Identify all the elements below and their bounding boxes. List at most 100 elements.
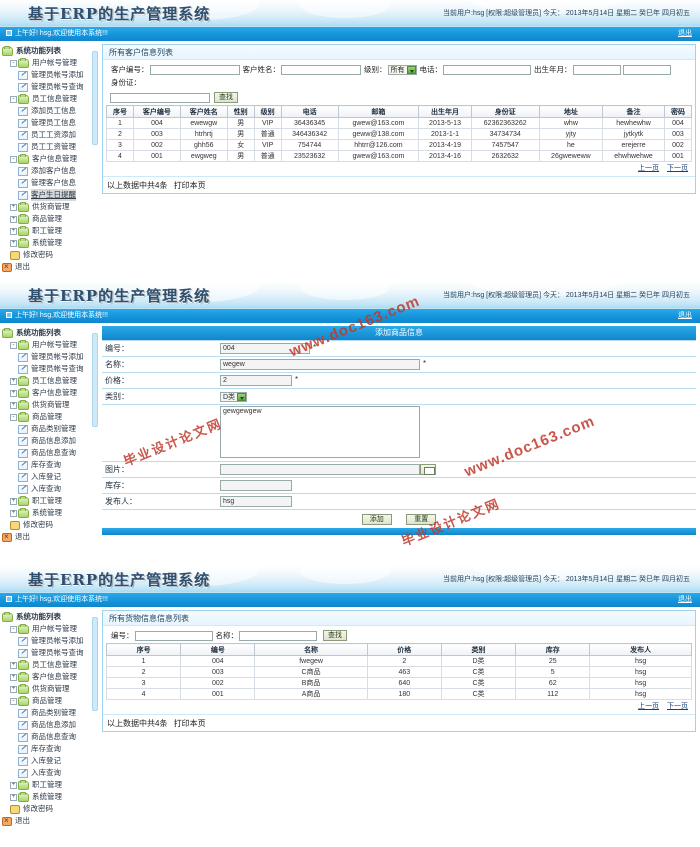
nav-item-exit-2[interactable]: 退出 <box>2 531 100 543</box>
expander-icon[interactable]: - <box>10 697 17 705</box>
goods-filter-name-input[interactable] <box>239 630 317 641</box>
expander-icon[interactable]: - <box>10 155 17 163</box>
form-input-3[interactable] <box>220 375 292 386</box>
nav-root-3[interactable]: 系统功能列表 <box>2 611 100 623</box>
form-input-7[interactable] <box>220 480 292 491</box>
nav-group-2[interactable]: - 员工信息管理 <box>2 93 100 105</box>
nav-root[interactable]: 系统功能列表 <box>2 45 100 57</box>
nav-item-2-4[interactable]: 员工工资管理 <box>2 141 100 153</box>
expander-icon[interactable]: + <box>10 215 17 223</box>
nav-group-5[interactable]: + 商品管理 <box>2 213 100 225</box>
expander-icon[interactable]: - <box>10 413 17 421</box>
customers-search-button[interactable]: 查找 <box>214 92 238 103</box>
nav-item-change-password-3[interactable]: 修改密码 <box>2 803 100 815</box>
filter-phone-input[interactable] <box>443 64 531 75</box>
nav-item-3-2[interactable]: 管理客户信息 <box>2 177 100 189</box>
nav-item-1-2[interactable]: 管理员帐号查询 <box>2 363 100 375</box>
expander-icon[interactable]: + <box>10 239 17 247</box>
print-page-link[interactable]: 打印本页 <box>174 719 206 728</box>
filter-customer-no-input[interactable] <box>149 64 240 75</box>
nav-group-2[interactable]: + 员工信息管理 <box>2 659 100 671</box>
nav-group-7[interactable]: + 系统管理 <box>2 237 100 249</box>
expander-icon[interactable]: + <box>10 497 17 505</box>
nav-item-change-password[interactable]: 修改密码 <box>2 249 100 261</box>
nav-group-3[interactable]: + 客户信息管理 <box>2 387 100 399</box>
nav-item-5-1[interactable]: 商品类别管理 <box>2 423 100 435</box>
nav-group-4[interactable]: + 供货商管理 <box>2 399 100 411</box>
form-input-2[interactable] <box>220 359 420 370</box>
expander-icon[interactable]: + <box>10 781 17 789</box>
form-textarea-description[interactable] <box>220 406 420 458</box>
nav-item-3-3[interactable]: 客户生日提醒 <box>2 189 100 201</box>
nav-group-1[interactable]: - 用户帐号管理 <box>2 623 100 635</box>
nav-group-6[interactable]: + 职工管理 <box>2 225 100 237</box>
nav-item-5-1[interactable]: 商品类别管理 <box>2 707 100 719</box>
filter-birth-from-input[interactable] <box>572 64 621 75</box>
nav-item-5-6[interactable]: 入库查询 <box>2 767 100 779</box>
nav-group-6[interactable]: + 职工管理 <box>2 495 100 507</box>
nav-item-2-2[interactable]: 管理员工信息 <box>2 117 100 129</box>
expander-icon[interactable]: - <box>10 625 17 633</box>
pager-next-link[interactable]: 下一页 <box>667 703 688 710</box>
print-page-link[interactable]: 打印本页 <box>174 181 206 190</box>
expander-icon[interactable]: - <box>10 59 17 67</box>
submit-product-button[interactable]: 添加 <box>361 514 392 525</box>
expander-icon[interactable]: + <box>10 377 17 385</box>
expander-icon[interactable]: + <box>10 685 17 693</box>
filter-idcard-input[interactable] <box>110 92 210 103</box>
nav-group-5[interactable]: - 商品管理 <box>2 695 100 707</box>
form-input-1[interactable] <box>220 343 310 354</box>
nav-item-2-3[interactable]: 员工工资添加 <box>2 129 100 141</box>
nav-item-5-5[interactable]: 入库登记 <box>2 755 100 767</box>
nav-item-3-1[interactable]: 添加客户信息 <box>2 165 100 177</box>
nav-group-1[interactable]: - 用户帐号管理 <box>2 57 100 69</box>
expander-icon[interactable]: + <box>10 673 17 681</box>
expander-icon[interactable]: - <box>10 341 17 349</box>
nav-group-3[interactable]: + 客户信息管理 <box>2 671 100 683</box>
nav-item-5-2[interactable]: 商品信息添加 <box>2 719 100 731</box>
nav-item-1-1[interactable]: 管理员帐号添加 <box>2 351 100 363</box>
nav-item-5-5[interactable]: 入库登记 <box>2 471 100 483</box>
nav-item-exit[interactable]: 退出 <box>2 261 100 273</box>
logout-link-3[interactable]: 退出 <box>678 593 692 607</box>
filter-birth-to-input[interactable] <box>622 64 671 75</box>
nav-item-1-1[interactable]: 管理员帐号添加 <box>2 69 100 81</box>
logout-link-2[interactable]: 退出 <box>678 309 692 323</box>
filter-level-select[interactable]: 所有 <box>387 64 417 75</box>
pager-next-link[interactable]: 下一页 <box>667 165 688 172</box>
nav-root-2[interactable]: 系统功能列表 <box>2 327 100 339</box>
nav-item-5-3[interactable]: 商品信息查询 <box>2 447 100 459</box>
nav-group-3[interactable]: - 客户信息管理 <box>2 153 100 165</box>
nav-group-2[interactable]: + 员工信息管理 <box>2 375 100 387</box>
nav-group-7[interactable]: + 系统管理 <box>2 791 100 803</box>
nav-item-1-1[interactable]: 管理员帐号添加 <box>2 635 100 647</box>
goods-filter-no-input[interactable] <box>134 630 213 641</box>
expander-icon[interactable]: + <box>10 227 17 235</box>
goods-search-button[interactable]: 查找 <box>323 630 347 641</box>
nav-item-5-2[interactable]: 商品信息添加 <box>2 435 100 447</box>
nav-group-6[interactable]: + 职工管理 <box>2 779 100 791</box>
expander-icon[interactable]: + <box>10 661 17 669</box>
form-select-category[interactable]: D类 <box>220 391 248 402</box>
expander-icon[interactable]: + <box>10 203 17 211</box>
nav-item-5-6[interactable]: 入库查询 <box>2 483 100 495</box>
nav-item-1-2[interactable]: 管理员帐号查询 <box>2 81 100 93</box>
nav-item-exit-3[interactable]: 退出 <box>2 815 100 827</box>
expander-icon[interactable]: + <box>10 509 17 517</box>
nav-group-4[interactable]: + 供货商管理 <box>2 683 100 695</box>
nav-item-5-3[interactable]: 商品信息查询 <box>2 731 100 743</box>
browse-file-icon[interactable] <box>420 463 436 475</box>
nav-item-change-password-2[interactable]: 修改密码 <box>2 519 100 531</box>
reset-product-button[interactable]: 重置 <box>406 514 437 525</box>
nav-item-2-1[interactable]: 添加员工信息 <box>2 105 100 117</box>
nav-group-7[interactable]: + 系统管理 <box>2 507 100 519</box>
form-input-8[interactable] <box>220 496 292 507</box>
expander-icon[interactable]: + <box>10 793 17 801</box>
filter-customer-name-input[interactable] <box>281 64 361 75</box>
nav-group-5[interactable]: - 商品管理 <box>2 411 100 423</box>
expander-icon[interactable]: + <box>10 401 17 409</box>
nav-item-5-4[interactable]: 库存查询 <box>2 743 100 755</box>
nav-item-5-4[interactable]: 库存查询 <box>2 459 100 471</box>
pager-prev-link[interactable]: 上一页 <box>638 703 659 710</box>
nav-group-1[interactable]: - 用户帐号管理 <box>2 339 100 351</box>
